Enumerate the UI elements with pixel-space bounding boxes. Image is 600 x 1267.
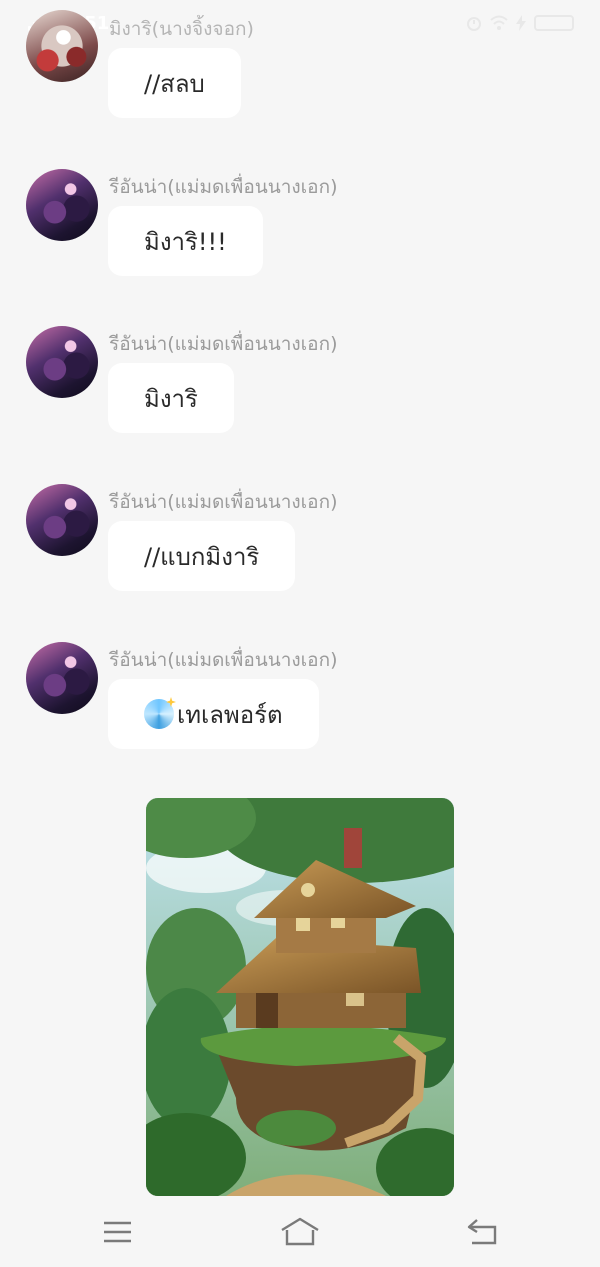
mirai-avatar[interactable] [26,10,98,82]
wifi-icon [490,15,508,30]
status-bar-right [466,13,574,33]
charging-icon [516,15,526,31]
message-bubble[interactable]: //สลบ [108,48,241,118]
message-bubble[interactable]: มิงาริ [108,363,234,433]
riana-avatar[interactable] [26,642,98,714]
battery-icon [534,15,574,31]
message-bubble[interactable]: //แบกมิงาริ [108,521,296,591]
sender-name: รีอันน่า(แม่มดเพื่อนนางเอก) [109,491,338,513]
riana-avatar[interactable] [26,326,98,398]
shared-image[interactable] [146,798,454,1196]
message-bubble[interactable]: มิงาริ!!! [108,206,263,276]
chat-screen: 08:51 มิงาริ(นางจิ้งจอก) //สลบ รีอันน่า(… [0,0,600,1267]
back-icon[interactable] [463,1216,503,1248]
navigation-bar [0,1196,600,1267]
teleport-swirl-icon [144,699,174,729]
alarm-icon [467,17,481,31]
home-icon[interactable] [280,1216,320,1248]
message-text: มิงาริ!!! [144,227,227,256]
sender-name: มิงาริ(นางจิ้งจอก) [109,18,254,40]
sender-name: รีอันน่า(แม่มดเพื่อนนางเอก) [109,333,338,355]
riana-avatar[interactable] [26,169,98,241]
treehouse-illustration [146,798,454,1196]
message-text: //สลบ [144,69,205,98]
riana-avatar[interactable] [26,484,98,556]
sender-name: รีอันน่า(แม่มดเพื่อนนางเอก) [109,176,338,198]
menu-icon[interactable] [98,1216,138,1248]
message-text: //แบกมิงาริ [144,542,260,571]
message-bubble[interactable]: เทเลพอร์ต [108,679,319,749]
message-text: เทเลพอร์ต [177,700,283,729]
sender-name: รีอันน่า(แม่มดเพื่อนนางเอก) [109,649,338,671]
message-text: มิงาริ [144,384,198,413]
